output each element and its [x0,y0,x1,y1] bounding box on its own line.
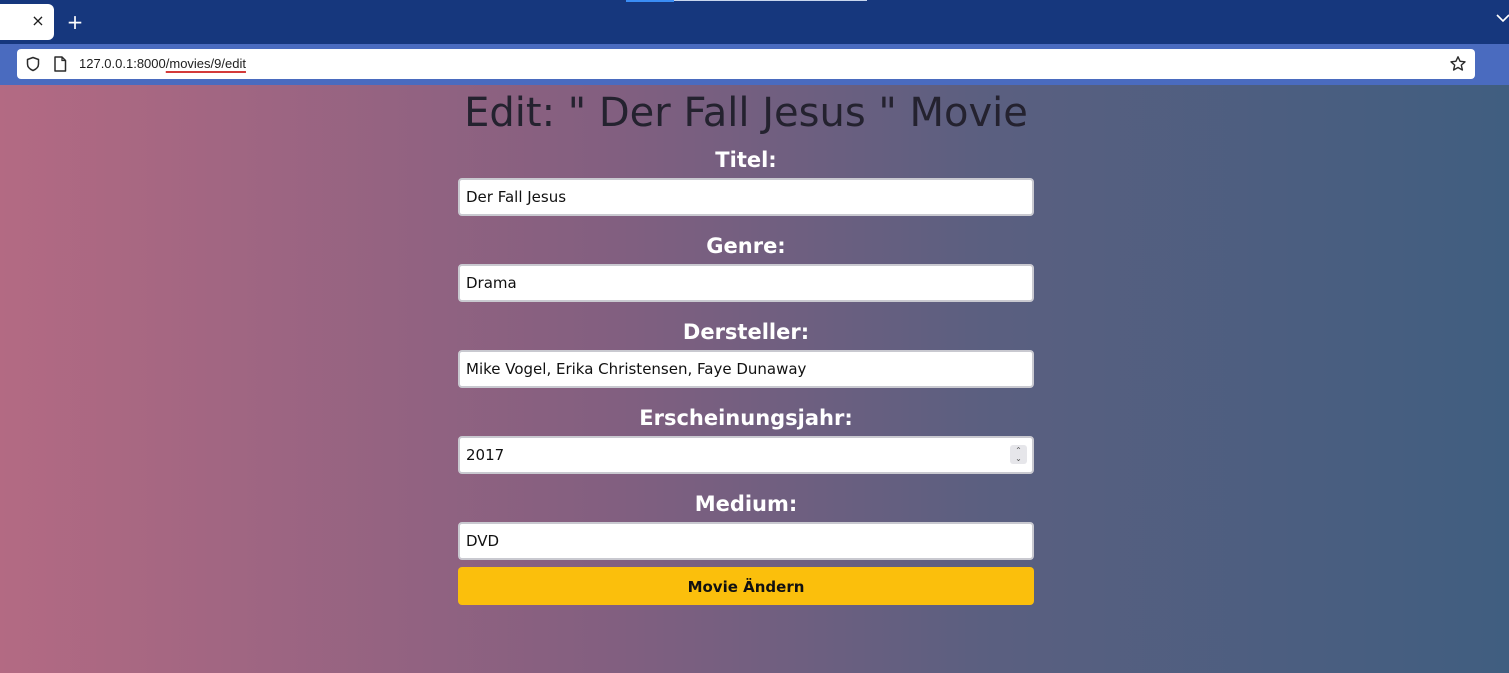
movie-aendern-button[interactable]: Movie Ändern [458,567,1034,605]
star-icon[interactable] [1449,55,1467,73]
page-title: Edit: " Der Fall Jesus " Movie [464,90,1028,136]
spinner-down-icon[interactable]: ⌄ [1010,454,1027,463]
medium-input[interactable] [458,522,1034,560]
erscheinungsjahr-label: Erscheinungsjahr: [639,406,853,430]
url-host: 127.0.0.1:8000 [79,56,166,71]
medium-label: Medium: [694,492,798,516]
titel-label: Titel: [715,148,777,172]
url-path: /movies/9/edit [165,56,246,71]
url-text[interactable]: 127.0.0.1:8000/movies/9/edit [79,56,246,72]
tab-strip: × + [0,0,1509,44]
chevron-down-icon[interactable] [1495,10,1509,26]
erscheinungsjahr-input[interactable] [458,436,1034,474]
genre-input[interactable] [458,264,1034,302]
tab-indicator-line [674,0,867,1]
browser-window: × + 127.0.0.1:8000/movies/9/edit Edit: "… [0,0,1509,673]
titel-input[interactable] [458,178,1034,216]
edit-movie-form: Titel: Genre: Dersteller: Erscheinungsja… [458,145,1034,605]
number-spinner[interactable]: ⌃ ⌄ [1010,445,1027,464]
shield-icon[interactable] [25,56,41,72]
close-icon[interactable]: × [30,13,46,29]
page-content: Edit: " Der Fall Jesus " Movie Titel: Ge… [0,85,1509,673]
tab-indicator [626,0,674,2]
active-tab[interactable]: × [0,4,54,40]
darsteller-input[interactable] [458,350,1034,388]
address-bar[interactable]: 127.0.0.1:8000/movies/9/edit [17,49,1475,79]
navigation-bar: 127.0.0.1:8000/movies/9/edit [0,44,1509,85]
new-tab-button[interactable]: + [64,11,86,33]
erscheinungsjahr-wrapper: ⌃ ⌄ [458,436,1034,474]
genre-label: Genre: [706,234,786,258]
page-icon[interactable] [53,56,67,72]
darsteller-label: Dersteller: [682,320,810,344]
